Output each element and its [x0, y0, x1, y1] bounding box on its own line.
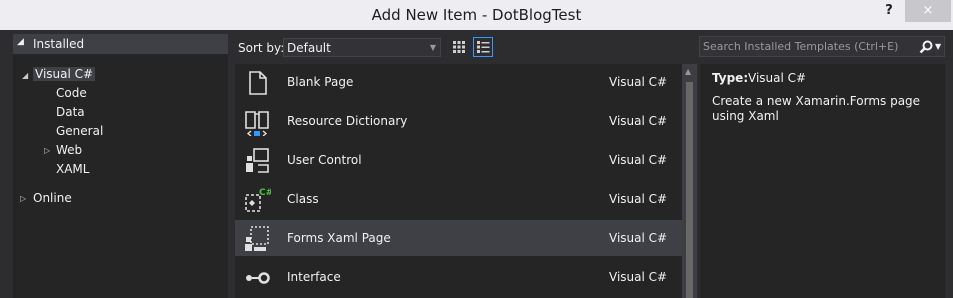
tree-item-visual-csharp[interactable]: Visual C# [33, 67, 96, 81]
tree-item-code[interactable]: Code [56, 86, 87, 100]
list-view-button[interactable] [473, 37, 493, 57]
scroll-up-arrow-icon[interactable]: ▲ [685, 67, 691, 76]
template-language: Visual C# [609, 231, 668, 245]
template-language: Visual C# [609, 153, 668, 167]
template-name: User Control [287, 153, 362, 167]
search-templates-input[interactable] [703, 39, 908, 54]
template-language: Visual C# [609, 75, 668, 89]
list-item[interactable]: Resource Dictionary Visual C# [235, 103, 682, 139]
list-view-icon [477, 41, 490, 53]
sort-by-dropdown[interactable]: Default ▼ [283, 38, 441, 57]
interface-icon [246, 272, 270, 284]
template-name: Forms Xaml Page [287, 231, 391, 245]
small-icons-view-button[interactable] [449, 37, 469, 57]
template-description: Create a new Xamarin.Forms page using Xa… [712, 94, 921, 123]
template-name: Interface [287, 270, 341, 284]
template-name: Resource Dictionary [287, 114, 408, 128]
help-button[interactable]: ? [880, 3, 898, 23]
type-label: Type: [712, 71, 749, 85]
collapsed-triangle-icon[interactable]: ▷ [44, 146, 50, 155]
tree-item-xaml[interactable]: XAML [56, 162, 89, 176]
collapsed-triangle-icon[interactable]: ▷ [20, 194, 26, 203]
template-list: Blank Page Visual C# Resource Dictionary… [235, 64, 682, 298]
tree-item-online[interactable]: Online [33, 191, 72, 205]
scrollbar-thumb[interactable] [686, 82, 693, 298]
tree-item-web[interactable]: Web [56, 143, 82, 157]
window-title: Add New Item - DotBlogTest [371, 6, 582, 24]
search-templates-box[interactable]: ▼ [699, 36, 945, 57]
installed-label: Installed [33, 37, 85, 51]
user-control-icon [246, 148, 269, 173]
sort-by-value: Default [287, 41, 331, 55]
title-bar: Add New Item - DotBlogTest ? × [0, 0, 953, 30]
tree-item-general[interactable]: General [56, 124, 103, 138]
template-language: Visual C# [609, 114, 668, 128]
expanded-triangle-icon: ◢ [17, 37, 24, 47]
resource-dictionary-icon [245, 111, 269, 136]
list-item[interactable]: Interface Visual C# [235, 259, 682, 295]
template-name: Blank Page [287, 75, 354, 89]
list-item[interactable]: User Control Visual C# [235, 142, 682, 178]
list-item[interactable]: Forms Xaml Page Visual C# [235, 220, 682, 256]
class-icon: C# [245, 188, 271, 212]
template-name: Class [287, 192, 319, 206]
template-list-scrollbar[interactable]: ▲ [682, 64, 697, 298]
list-item[interactable]: Blank Page Visual C# [235, 64, 682, 100]
search-icon[interactable] [918, 39, 934, 55]
forms-xaml-page-icon [245, 226, 269, 251]
tree-item-data[interactable]: Data [56, 105, 85, 119]
svg-text:C#: C# [259, 188, 271, 198]
template-details-pane: Type: Visual C# Create a new Xamarin.For… [700, 64, 945, 298]
sort-by-label: Sort by: [238, 41, 285, 55]
template-category-pane: ◢ Installed ◢ Visual C# Code Data Genera… [13, 34, 228, 298]
dropdown-arrow-icon: ▼ [429, 43, 436, 52]
type-value: Visual C# [748, 71, 807, 85]
close-button[interactable]: × [905, 0, 951, 22]
template-language: Visual C# [609, 192, 668, 206]
template-language: Visual C# [609, 270, 668, 284]
grid-view-icon [453, 41, 465, 53]
expanded-triangle-icon[interactable]: ◢ [22, 71, 28, 80]
list-item[interactable]: C# Class Visual C# [235, 181, 682, 217]
installed-header[interactable]: ◢ Installed [13, 34, 228, 54]
blank-page-icon [249, 71, 267, 95]
search-options-dropdown-icon[interactable]: ▼ [935, 42, 941, 51]
